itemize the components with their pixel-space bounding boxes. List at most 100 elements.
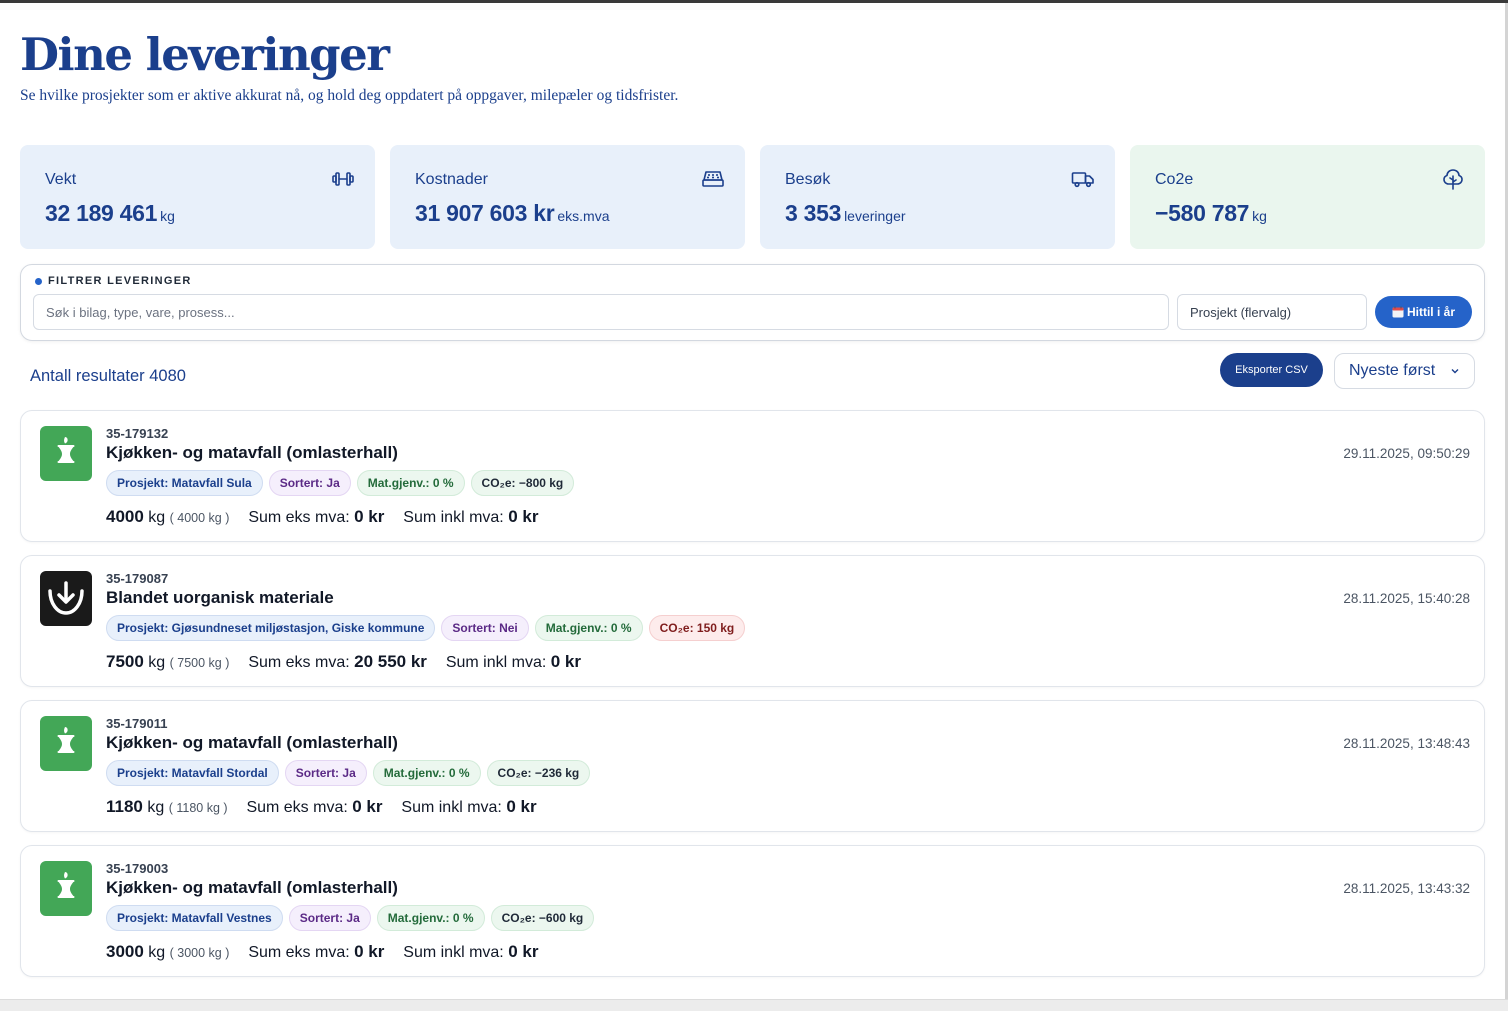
weight-value: 3000	[106, 942, 144, 961]
tag-list: Prosjekt: Matavfall Sula Sortert: Ja Mat…	[106, 470, 575, 496]
tag-list: Prosjekt: Matavfall Vestnes Sortert: Ja …	[106, 905, 595, 931]
delivery-card[interactable]: 35-179132 Kjøkken- og matavfall (omlaste…	[20, 410, 1485, 542]
sum-ex-label: Sum eks mva:	[248, 509, 350, 526]
tag-list: Prosjekt: Matavfall Stordal Sortert: Ja …	[106, 760, 591, 786]
weight-detail: ( 7500 kg )	[169, 656, 230, 670]
co2e-tag: CO₂e: −236 kg	[486, 760, 591, 786]
stat-unit: eks.mva	[557, 208, 610, 224]
sort-select-value: Nyeste først	[1349, 362, 1436, 379]
delivery-ref: 35-179087	[106, 571, 169, 586]
weight-unit: kg	[147, 799, 165, 816]
sum-ex-label: Sum eks mva:	[246, 799, 348, 816]
stat-number: 32 189 461	[45, 200, 158, 226]
co2e-tag: CO₂e: −800 kg	[470, 470, 575, 496]
weight-unit: kg	[148, 654, 166, 671]
stat-label: Vekt	[45, 171, 77, 188]
mixed-waste-icon	[40, 571, 92, 626]
delivery-sums: 4000 kg ( 4000 kg ) Sum eks mva: 0 kr Su…	[106, 507, 538, 527]
sorted-tag: Sortert: Ja	[288, 905, 371, 931]
delivery-sums: 1180 kg ( 1180 kg ) Sum eks mva: 0 kr Su…	[106, 797, 537, 817]
sum-ex-label: Sum eks mva:	[248, 944, 350, 961]
sorted-tag: Sortert: Nei	[441, 615, 529, 641]
sum-ex-label: Sum eks mva:	[248, 654, 350, 671]
delivery-title: Blandet uorganisk materiale	[106, 588, 334, 607]
co2e-tag: CO₂e: −600 kg	[490, 905, 595, 931]
delivery-date: 28.11.2025, 15:40:28	[1343, 591, 1470, 606]
project-tag: Prosjekt: Gjøsundneset miljøstasjon, Gis…	[106, 615, 436, 641]
stat-value: 32 189 461 kg	[45, 200, 175, 227]
window-top-border	[0, 0, 1508, 3]
results-count: Antall resultater 4080	[30, 367, 186, 385]
tag-list: Prosjekt: Gjøsundneset miljøstasjon, Gis…	[106, 615, 746, 641]
delivery-card[interactable]: 35-179003 Kjøkken- og matavfall (omlaste…	[20, 845, 1485, 977]
stat-label: Kostnader	[415, 171, 488, 188]
stat-card-costs: Kostnader 31 907 603 kr eks.mva	[390, 145, 745, 249]
stat-unit: leveringer	[844, 208, 906, 224]
delivery-sums: 3000 kg ( 3000 kg ) Sum eks mva: 0 kr Su…	[106, 942, 538, 962]
stat-number: 3 353	[785, 200, 842, 226]
sum-ex-value: 0 kr	[354, 507, 385, 526]
truck-icon	[1071, 172, 1094, 188]
export-csv-button[interactable]: Eksporter CSV	[1220, 353, 1323, 387]
delivery-date: 28.11.2025, 13:43:32	[1343, 881, 1470, 896]
weight-value: 1180	[106, 797, 143, 816]
delivery-title: Kjøkken- og matavfall (omlasterhall)	[106, 733, 398, 752]
co2e-tag: CO₂e: 150 kg	[648, 615, 746, 641]
filter-title: FILTRER LEVERINGER	[35, 275, 192, 287]
weight-unit: kg	[148, 944, 166, 961]
search-input[interactable]	[33, 294, 1169, 330]
sum-ex-value: 0 kr	[354, 942, 385, 961]
dumbbell-icon	[332, 172, 354, 186]
stat-value: 3 353 leveringer	[785, 200, 906, 227]
delivery-date: 29.11.2025, 09:50:29	[1343, 446, 1470, 461]
chevron-down-icon	[1451, 369, 1459, 374]
stat-value: −580 787 kg	[1155, 200, 1267, 227]
sorted-tag: Sortert: Ja	[284, 760, 367, 786]
sum-inc-label: Sum inkl mva:	[401, 799, 502, 816]
project-tag: Prosjekt: Matavfall Sula	[106, 470, 263, 496]
delivery-sums: 7500 kg ( 7500 kg ) Sum eks mva: 20 550 …	[106, 652, 581, 672]
apple-core-icon	[40, 716, 92, 771]
project-multiselect[interactable]: Prosjekt (flervalg)	[1177, 294, 1367, 330]
weight-detail: ( 3000 kg )	[169, 946, 230, 960]
stat-number: −580 787	[1155, 200, 1250, 226]
date-range-label: Hittil i år	[1406, 305, 1455, 319]
date-range-button[interactable]: Hittil i år	[1375, 296, 1472, 328]
sum-inc-value: 0 kr	[550, 652, 581, 671]
project-tag: Prosjekt: Matavfall Stordal	[106, 760, 279, 786]
food-recovery-tag: Mat.gjenv.: 0 %	[356, 470, 465, 496]
window-bottom-bar	[0, 999, 1508, 1011]
weight-value: 4000	[106, 507, 144, 526]
weight-unit: kg	[148, 509, 166, 526]
stat-number: 31 907 603 kr	[415, 200, 555, 226]
sorted-tag: Sortert: Ja	[268, 470, 351, 496]
stat-label: Co2e	[1155, 171, 1194, 188]
weight-detail: ( 1180 kg )	[168, 801, 228, 815]
apple-core-icon	[40, 861, 92, 916]
stat-card-co2e: Co2e −580 787 kg	[1130, 145, 1485, 249]
stat-card-visits: Besøk 3 353 leveringer	[760, 145, 1115, 249]
food-recovery-tag: Mat.gjenv.: 0 %	[372, 760, 481, 786]
stat-card-weight: Vekt 32 189 461 kg	[20, 145, 375, 249]
sum-ex-value: 0 kr	[352, 797, 383, 816]
sum-ex-value: 20 550 kr	[354, 652, 427, 671]
calendar-icon	[1392, 306, 1404, 318]
sum-inc-label: Sum inkl mva:	[445, 654, 547, 671]
filter-title-text: FILTRER LEVERINGER	[48, 275, 192, 287]
sum-inc-label: Sum inkl mva:	[403, 944, 504, 961]
sort-select[interactable]: Nyeste først	[1334, 353, 1475, 389]
stat-label: Besøk	[785, 171, 831, 188]
delivery-ref: 35-179003	[106, 861, 169, 876]
stat-unit: kg	[160, 208, 175, 224]
weight-value: 7500	[106, 652, 144, 671]
delivery-card[interactable]: 35-179011 Kjøkken- og matavfall (omlaste…	[20, 700, 1485, 832]
delivery-card[interactable]: 35-179087 Blandet uorganisk materiale 28…	[20, 555, 1485, 687]
delivery-title: Kjøkken- og matavfall (omlasterhall)	[106, 443, 398, 462]
delivery-ref: 35-179011	[106, 716, 168, 731]
delivery-title: Kjøkken- og matavfall (omlasterhall)	[106, 878, 398, 897]
sum-inc-value: 0 kr	[508, 942, 539, 961]
sum-inc-value: 0 kr	[506, 797, 537, 816]
tree-icon	[1443, 169, 1463, 190]
stat-unit: kg	[1252, 208, 1267, 224]
stat-value: 31 907 603 kr eks.mva	[415, 200, 609, 227]
